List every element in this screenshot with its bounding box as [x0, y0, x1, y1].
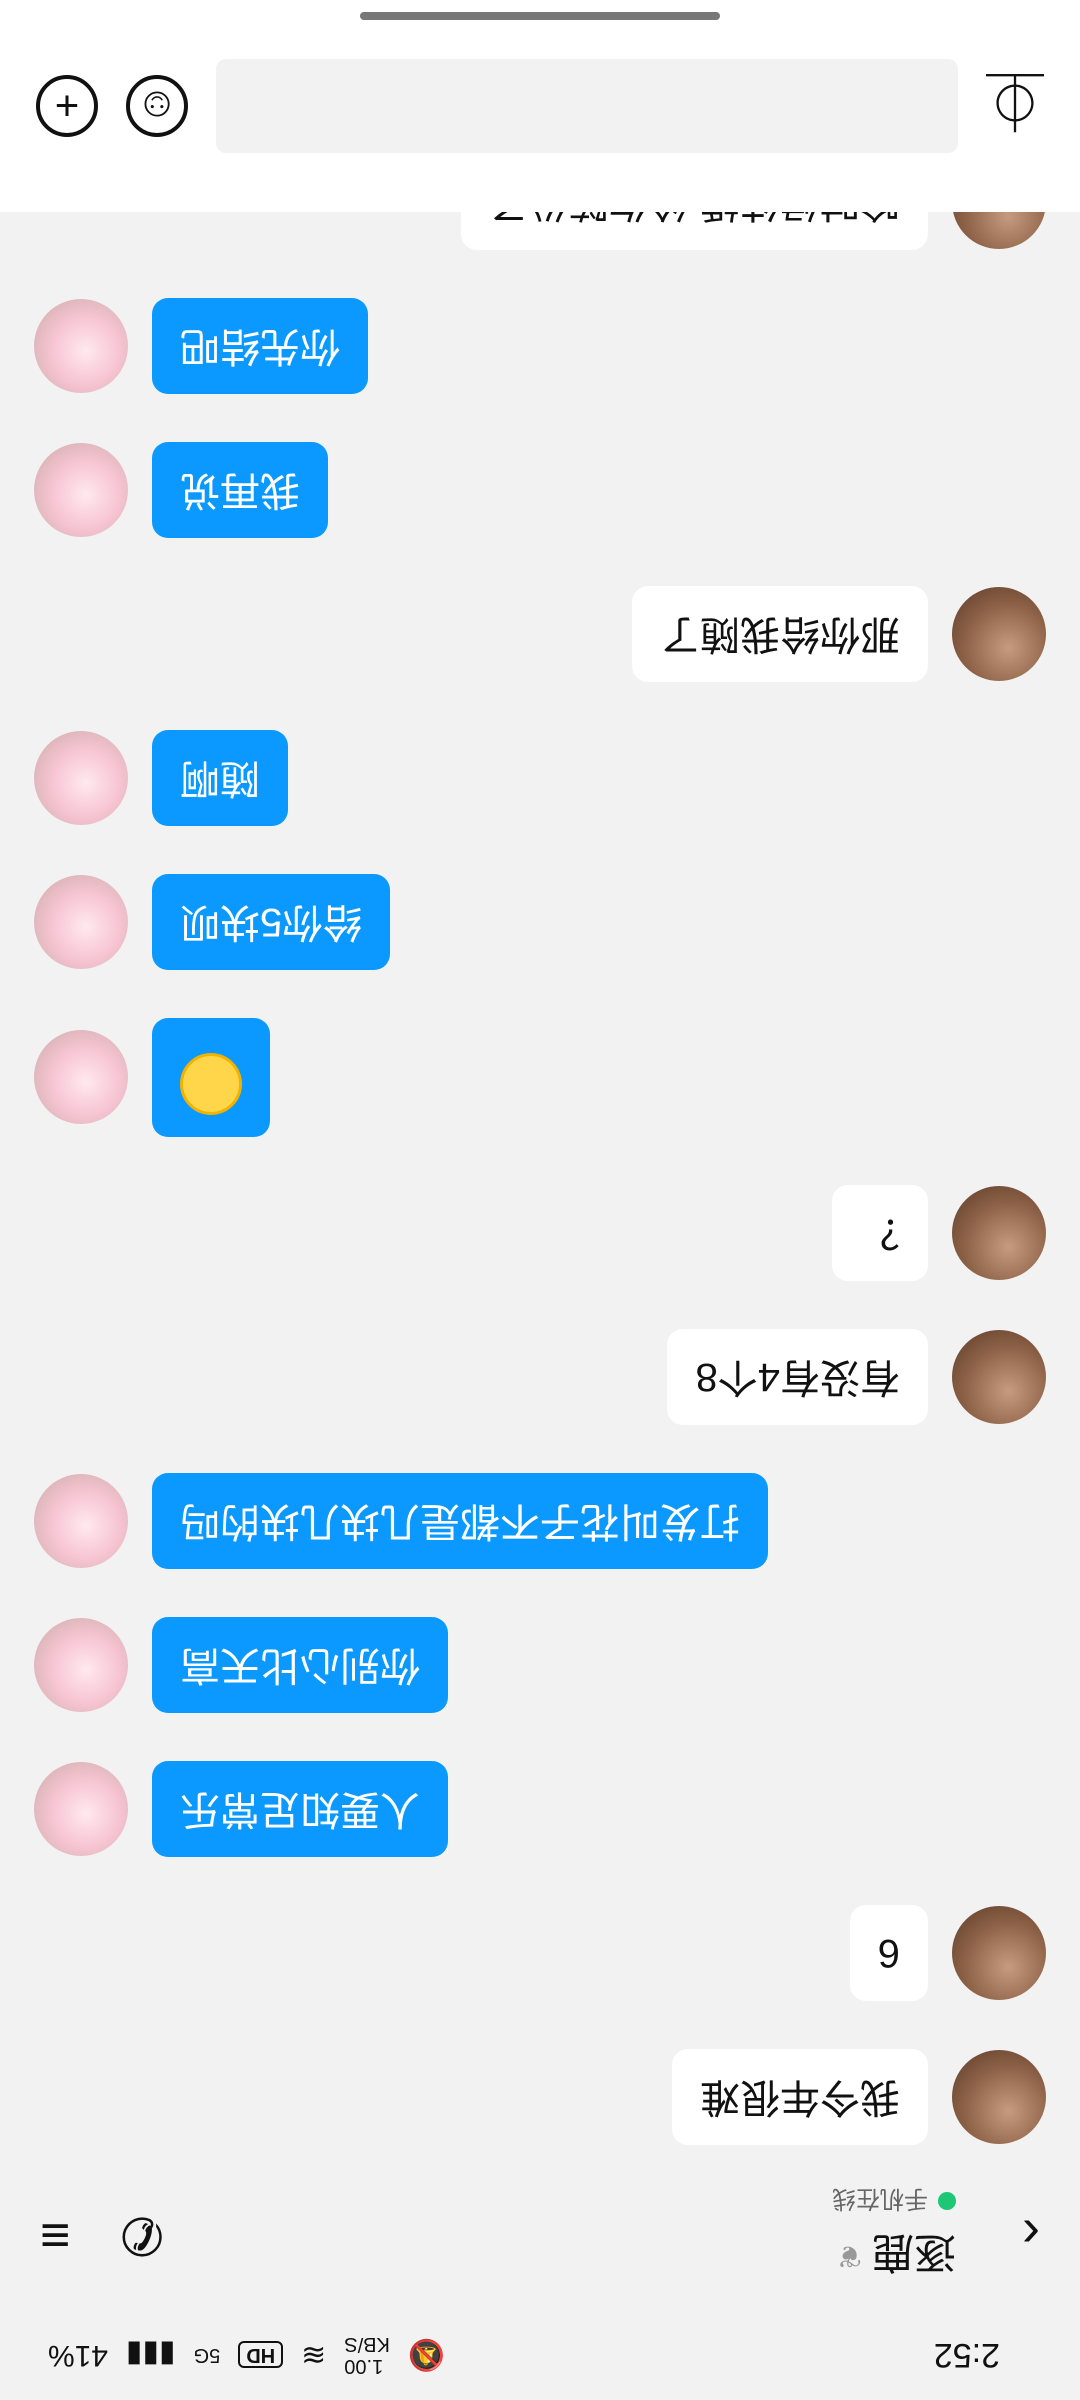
add-icon[interactable]: +	[36, 75, 98, 137]
friend-avatar[interactable]	[952, 2050, 1046, 2144]
net-speed: 1.00 KB/S	[344, 2333, 390, 2377]
status-icons: 🔕 1.00 KB/S ≋ HD 5G ▮▮▮ 41%	[48, 2333, 445, 2377]
online-dot	[938, 2192, 956, 2211]
message-input[interactable]	[216, 59, 958, 153]
wifi-icon: ≋	[301, 2338, 327, 2372]
message-bubble[interactable]: 给你5块呗	[152, 874, 391, 970]
message-bubble[interactable]: 那你给我随了	[632, 586, 928, 682]
chat-header: ‹ 逐鹿 ❦ 手机在线 ✆ ≡	[0, 2160, 1080, 2310]
friend-avatar[interactable]	[952, 1906, 1046, 2000]
my-avatar[interactable]	[34, 731, 128, 825]
voice-icon[interactable]: ⏂	[986, 64, 1044, 148]
message-row: 6	[34, 1905, 1046, 2001]
emoji-icon[interactable]: ☺	[126, 75, 188, 137]
online-status: 手机在线	[832, 2184, 956, 2219]
online-text: 手机在线	[832, 2185, 928, 2212]
message-row: ？	[34, 1185, 1046, 1281]
message-bubble[interactable]: 有没有4个8	[667, 1329, 928, 1425]
message-bubble[interactable]: 我再说	[152, 442, 328, 538]
my-avatar[interactable]	[34, 1762, 128, 1856]
header-actions: ✆ ≡	[40, 2205, 164, 2265]
chevron-left-icon[interactable]: ‹	[980, 2204, 1040, 2266]
message-row: 随啊	[34, 730, 1046, 826]
message-row: 你别心比天高	[34, 1617, 1046, 1713]
status-time: 2:52	[933, 2336, 1000, 2375]
friend-avatar[interactable]	[952, 587, 1046, 681]
hd-badge: HD	[238, 2341, 284, 2369]
network-type: 5G	[193, 2344, 221, 2367]
message-row: 我再说	[34, 442, 1046, 538]
battery-level: 41%	[48, 2339, 109, 2372]
my-avatar[interactable]	[34, 1618, 128, 1712]
message-row: 有没有4个8	[34, 1329, 1046, 1425]
signal-icon: ▮▮▮	[126, 2338, 176, 2372]
message-bubble[interactable]	[152, 1018, 270, 1137]
message-bubble[interactable]: 人要知足常乐	[152, 1761, 448, 1857]
message-row: 人要知足常乐	[34, 1761, 1046, 1857]
menu-icon[interactable]: ≡	[40, 2205, 70, 2265]
friend-avatar[interactable]	[952, 1186, 1046, 1280]
input-bar: ⏂ ☺ +	[0, 0, 1080, 212]
message-row: 打发叫花子不都是几块几块的吗	[34, 1473, 1046, 1569]
message-bubble[interactable]: 我今年很难	[672, 2049, 928, 2145]
chat-title: 逐鹿	[871, 2229, 956, 2276]
my-avatar[interactable]	[34, 443, 128, 537]
chat-title-area[interactable]: 逐鹿 ❦ 手机在线	[832, 2184, 956, 2286]
message-bubble[interactable]: ？	[832, 1185, 928, 1281]
my-avatar[interactable]	[34, 875, 128, 969]
my-avatar[interactable]	[34, 1474, 128, 1568]
my-avatar[interactable]	[34, 1030, 128, 1125]
message-bubble[interactable]: 随啊	[152, 730, 288, 826]
status-bar: 2:52 🔕 1.00 KB/S ≋ HD 5G ▮▮▮ 41%	[0, 2310, 1080, 2400]
silent-icon: 🔕	[407, 2338, 446, 2372]
message-list: 我今年很难 6 人要知足常乐 你别心比天高 打发叫花子不都是几块几块的吗 有没有4个8 ？ 给…	[0, 154, 1080, 2145]
message-row: 给你5块呗	[34, 874, 1046, 970]
message-row: 你先结吧	[34, 298, 1046, 394]
message-row: 那你给我随了	[34, 586, 1046, 682]
home-indicator	[360, 12, 720, 20]
friend-avatar[interactable]	[952, 1330, 1046, 1424]
message-bubble[interactable]: 6	[849, 1905, 928, 2001]
message-bubble[interactable]: 你先结吧	[152, 298, 368, 394]
smile-emoji-icon	[180, 1053, 242, 1115]
message-bubble[interactable]: 你别心比天高	[152, 1617, 448, 1713]
my-avatar[interactable]	[34, 299, 128, 393]
phone-icon[interactable]: ✆	[120, 2205, 164, 2265]
message-row	[34, 1018, 1046, 1137]
message-row: 我今年很难	[34, 2049, 1046, 2145]
message-bubble[interactable]: 打发叫花子不都是几块几块的吗	[152, 1473, 768, 1569]
chat-screen: 2:52 🔕 1.00 KB/S ≋ HD 5G ▮▮▮ 41% ‹ 逐鹿 ❦ …	[0, 0, 1080, 2400]
deer-badge-icon: ❦	[836, 2239, 862, 2272]
